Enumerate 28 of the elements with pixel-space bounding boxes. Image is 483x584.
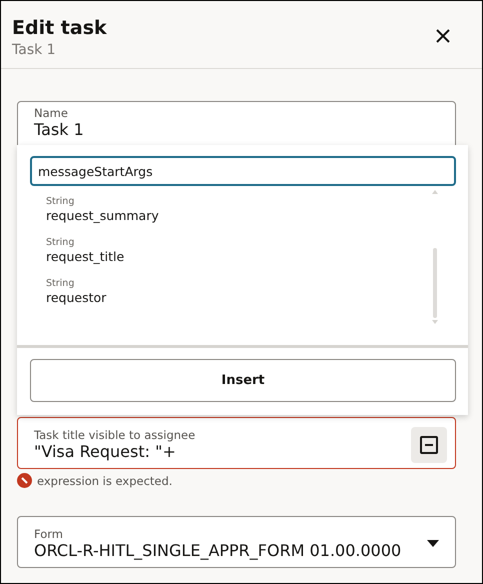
dropdown-caret-icon: [427, 540, 439, 547]
task-title-field[interactable]: Task title visible to assignee "Visa Request: "+: [17, 417, 456, 469]
variable-name: request_title: [46, 249, 126, 265]
variable-name: request_summary: [46, 208, 160, 224]
field-value: ORCL-R-HITL_SINGLE_APPR_FORM 01.00.0000: [34, 540, 402, 560]
variable-type: String: [46, 196, 76, 208]
minus-square-icon: [420, 436, 438, 454]
variable-item[interactable]: String request_summary: [46, 196, 468, 224]
dialog-subtitle: Task 1: [12, 41, 57, 60]
error-message: expression is expected.: [37, 474, 172, 488]
insert-button[interactable]: Insert: [30, 359, 456, 402]
variable-name: requestor: [46, 290, 108, 306]
collapse-button[interactable]: [411, 426, 447, 462]
dialog-title: Edit task: [12, 16, 107, 40]
variable-type: String: [46, 278, 76, 290]
field-label: Name: [34, 106, 69, 120]
variable-item[interactable]: String requestor: [46, 278, 468, 306]
field-label: Task title visible to assignee: [34, 428, 196, 442]
search-field[interactable]: messageStartArgs: [30, 156, 456, 186]
variable-type: String: [46, 237, 76, 249]
field-label: Form: [34, 526, 64, 540]
variable-item[interactable]: String request_title: [46, 237, 468, 265]
error-icon: [17, 473, 32, 488]
field-value: "Visa Request: "+: [34, 442, 177, 462]
form-dropdown[interactable]: Form ORCL-R-HITL_SINGLE_APPR_FORM 01.00.0000: [17, 516, 456, 568]
scrollbar[interactable]: [432, 190, 438, 324]
field-value: Task 1: [34, 120, 84, 140]
close-icon: [436, 29, 450, 43]
